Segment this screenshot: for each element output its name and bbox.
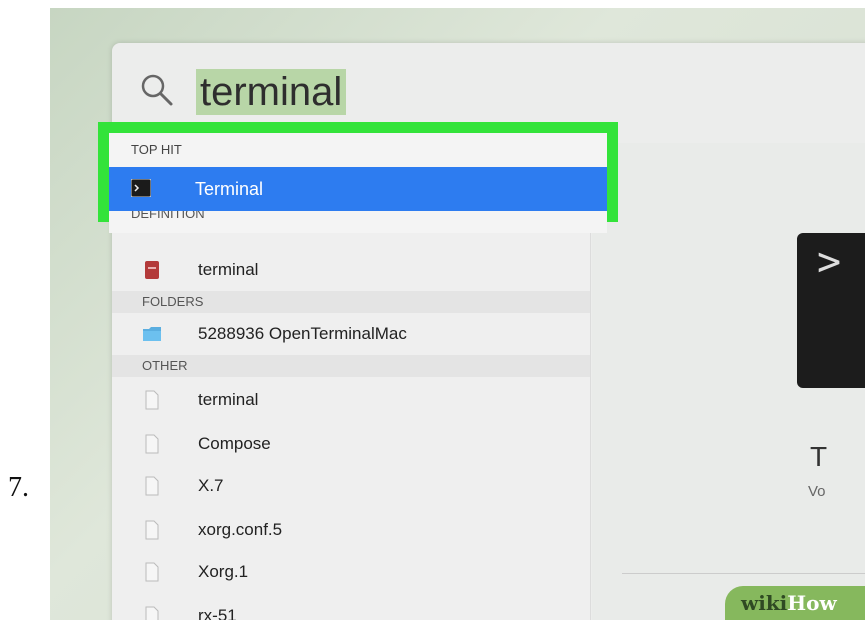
section-header-folders: FOLDERS [112,291,590,313]
document-icon [145,476,159,496]
document-icon [145,606,159,620]
document-icon [145,562,159,582]
result-item-terminal-file[interactable]: terminal [112,379,590,421]
screenshot-photo: terminal terminal FOLDERS 5288936 OpenTe… [50,8,865,620]
preview-subtitle: Vo [808,483,826,500]
preview-pane: > T Vo [592,143,865,620]
search-icon [141,74,173,106]
result-item-rx51[interactable]: rx-51 [112,595,590,620]
result-item-compose[interactable]: Compose [112,423,590,465]
dictionary-icon [145,261,159,279]
document-icon [145,520,159,540]
folder-icon [143,327,161,341]
result-item-terminal-app[interactable]: Terminal [109,167,607,211]
preview-divider [622,573,865,574]
result-item-x7[interactable]: X.7 [112,465,590,507]
search-input[interactable]: terminal [196,69,347,115]
section-header-definition: DEFINITION [109,211,607,233]
result-item-xorg1[interactable]: Xorg.1 [112,551,590,593]
preview-title: T [810,441,828,472]
result-item-xorg-conf[interactable]: xorg.conf.5 [112,509,590,551]
terminal-app-icon: > [797,233,865,388]
result-item-folder[interactable]: 5288936 OpenTerminalMac [112,313,590,355]
step-number: 7. [8,472,29,503]
section-header-other: OTHER [112,355,590,377]
result-item-terminal-definition[interactable]: terminal [112,249,590,291]
wikihow-watermark: wikiHow [725,586,865,620]
section-header-top-hit: TOP HIT [109,133,607,167]
highlight-box: TOP HIT Terminal DEFINITION [98,122,618,233]
terminal-icon [131,179,151,197]
document-icon [145,390,159,410]
document-icon [145,434,159,454]
